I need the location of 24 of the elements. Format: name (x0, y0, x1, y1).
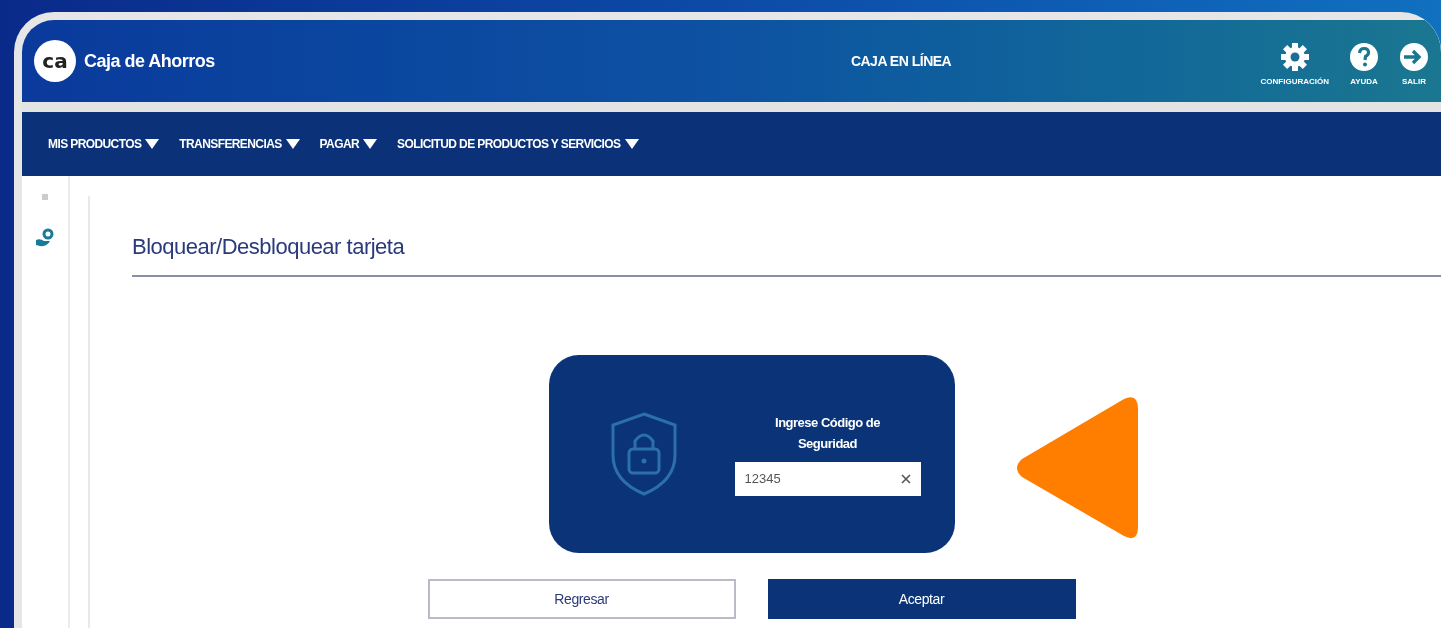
header-action-button[interactable]: CONFIGURACIÓN (1260, 42, 1329, 88)
settings-icon (1279, 42, 1310, 72)
caret-icon (624, 139, 639, 149)
help-icon (1349, 42, 1379, 72)
caret-icon (145, 139, 160, 149)
security-code-label: Ingrese Código de Seguridad (774, 414, 881, 453)
header-title: CAJA EN LÍNEA (850, 51, 952, 71)
header-action-button[interactable]: AYUDA (1349, 42, 1379, 88)
hand-coin-icon[interactable] (35, 228, 55, 248)
nav-menu-item[interactable]: PAGAR (319, 135, 378, 153)
field-value: 12345 (744, 470, 781, 489)
page-title: Bloquear/Desbloquear tarjeta (132, 230, 1441, 277)
back-button[interactable]: Regresar (427, 579, 736, 619)
nav-menu-item[interactable]: TRANSFERENCIAS (179, 135, 300, 153)
caret-icon (285, 139, 300, 149)
caret-icon (363, 139, 378, 149)
brand-logo: ca (34, 40, 76, 82)
security-code-field[interactable]: 12345 (734, 462, 921, 496)
header-action-button[interactable]: SALIR (1399, 42, 1429, 88)
accept-button[interactable]: Aceptar (767, 579, 1076, 619)
clear-icon[interactable] (900, 474, 911, 484)
nav-menu-item[interactable]: SOLICITUD DE PRODUCTOS Y SERVICIOS (397, 135, 639, 153)
brand-name: Caja de Ahorros (84, 49, 215, 73)
nav-menu-item[interactable]: MIS PRODUCTOS (48, 135, 160, 153)
